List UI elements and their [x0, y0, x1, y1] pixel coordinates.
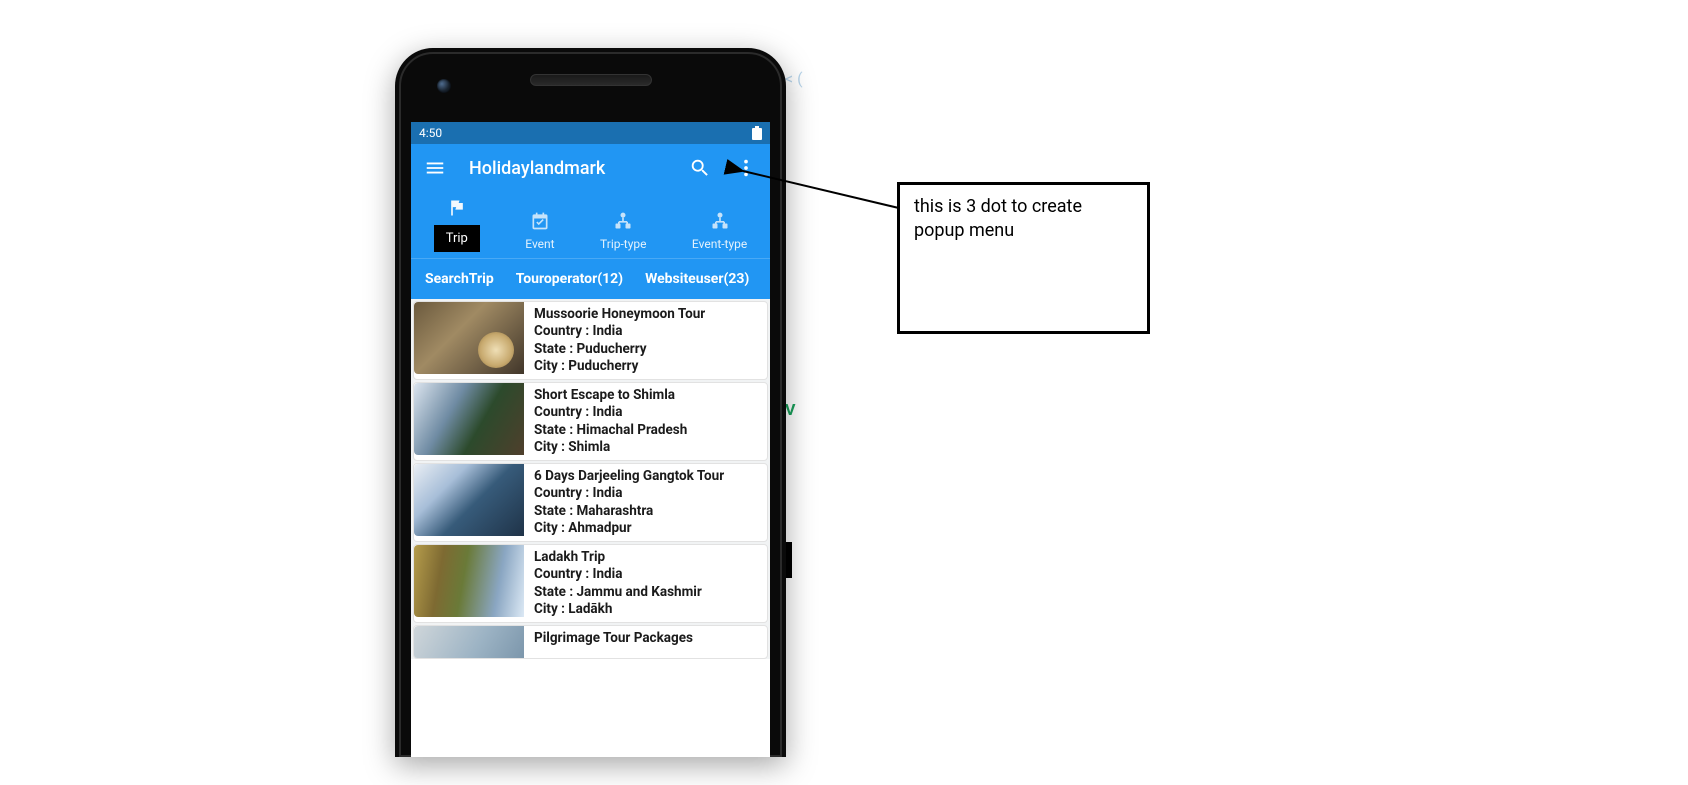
status-bar: 4:50 [411, 122, 770, 144]
trip-state: Himachal Pradesh [576, 422, 687, 438]
trip-city: Puducherry [568, 358, 638, 374]
trip-thumbnail [414, 383, 524, 455]
category-tab-bar: Trip Event Trip-type Event-type [411, 192, 770, 258]
tab-trip[interactable]: Trip [428, 194, 486, 256]
tab-label: Trip-type [600, 238, 646, 250]
phone-frame: 4:50 Holidaylandmark Trip [395, 48, 786, 757]
list-item[interactable]: Short Escape to Shimla Country : India S… [413, 382, 768, 461]
calendar-check-icon [530, 211, 550, 234]
annotation-box: this is 3 dot to create popup menu [897, 182, 1150, 334]
trip-title: Pilgrimage Tour Packages [534, 630, 693, 647]
label-country: Country : [534, 566, 593, 582]
trip-state: Puducherry [576, 341, 646, 357]
label-state: State : [534, 341, 576, 357]
tab-label: Trip [434, 225, 480, 252]
label-state: State : [534, 422, 576, 438]
list-item[interactable]: 6 Days Darjeeling Gangtok Tour Country :… [413, 463, 768, 542]
hierarchy-icon [613, 211, 633, 234]
statusbar-time: 4:50 [419, 126, 442, 140]
hierarchy-icon [710, 211, 730, 234]
annotation-text-line2: popup menu [914, 219, 1133, 243]
app-bar: Holidaylandmark [411, 144, 770, 192]
trip-list[interactable]: Mussoorie Honeymoon Tour Country : India… [411, 299, 770, 659]
trip-info: Mussoorie Honeymoon Tour Country : India… [524, 302, 713, 379]
label-state: State : [534, 584, 576, 600]
trip-info: Ladakh Trip Country : India State : Jamm… [524, 545, 710, 622]
tab-trip-type[interactable]: Trip-type [594, 207, 652, 256]
label-city: City : [534, 520, 568, 536]
list-item[interactable]: Pilgrimage Tour Packages [413, 625, 768, 659]
trip-thumbnail [414, 545, 524, 617]
trip-info: 6 Days Darjeeling Gangtok Tour Country :… [524, 464, 732, 541]
trip-title: 6 Days Darjeeling Gangtok Tour [534, 468, 724, 485]
trip-country: India [593, 404, 623, 420]
trip-title: Short Escape to Shimla [534, 387, 687, 404]
phone-front-camera [437, 79, 451, 93]
phone-screen: 4:50 Holidaylandmark Trip [411, 122, 770, 757]
label-city: City : [534, 601, 568, 617]
label-country: Country : [534, 323, 593, 339]
battery-icon [752, 126, 762, 140]
trip-title: Mussoorie Honeymoon Tour [534, 306, 705, 323]
tab-label: Event-type [692, 238, 747, 250]
phone-speaker [530, 74, 652, 86]
trip-thumbnail [414, 626, 524, 659]
annotation-leader-line [735, 163, 903, 218]
trip-info: Short Escape to Shimla Country : India S… [524, 383, 695, 460]
label-city: City : [534, 439, 568, 455]
trip-state: Jammu and Kashmir [576, 584, 701, 600]
search-icon[interactable] [682, 150, 718, 186]
tab-event[interactable]: Event [519, 207, 560, 256]
trip-thumbnail [414, 464, 524, 536]
trip-city: Shimla [568, 439, 610, 455]
trip-info: Pilgrimage Tour Packages [524, 626, 701, 658]
annotation-text-line1: this is 3 dot to create [914, 195, 1133, 219]
list-item[interactable]: Ladakh Trip Country : India State : Jamm… [413, 544, 768, 623]
sub-tab-bar: SearchTrip Touroperator(12) Websiteuser(… [411, 258, 770, 299]
label-country: Country : [534, 404, 593, 420]
trip-city: Ladākh [568, 601, 612, 617]
tab-label: Event [525, 238, 554, 250]
hamburger-menu-icon[interactable] [417, 150, 453, 186]
subtab-searchtrip[interactable]: SearchTrip [425, 271, 494, 287]
trip-state: Maharashtra [576, 503, 653, 519]
subtab-touroperator[interactable]: Touroperator(12) [516, 271, 623, 287]
trip-country: India [593, 485, 623, 501]
trip-country: India [593, 566, 623, 582]
trip-title: Ladakh Trip [534, 549, 702, 566]
trip-thumbnail [414, 302, 524, 374]
list-item[interactable]: Mussoorie Honeymoon Tour Country : India… [413, 301, 768, 380]
label-state: State : [534, 503, 576, 519]
label-city: City : [534, 358, 568, 374]
trip-city: Ahmadpur [568, 520, 631, 536]
flag-icon [447, 198, 467, 221]
app-title: Holidaylandmark [469, 158, 672, 179]
subtab-websiteuser[interactable]: Websiteuser(23) [645, 271, 749, 287]
trip-country: India [593, 323, 623, 339]
label-country: Country : [534, 485, 593, 501]
